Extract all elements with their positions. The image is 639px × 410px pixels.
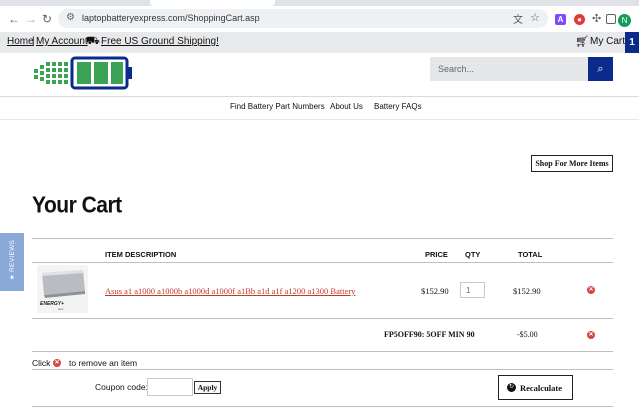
reload-icon[interactable]: ↻ [42, 13, 52, 25]
extension-a-icon[interactable]: A [555, 14, 566, 25]
hint-rule [32, 369, 613, 370]
menu-find-battery-part-numbers[interactable]: Find Battery Part Numbers [230, 102, 325, 111]
menu-about-us[interactable]: About Us [330, 102, 363, 111]
table-top-rule [32, 238, 613, 239]
cart-icon[interactable]: 🛒︎ [575, 35, 589, 48]
applied-coupon-name: FP5OFF90: 5OFF MIN 90 [384, 330, 475, 339]
site-info-icon[interactable]: ⚙ [66, 12, 75, 23]
coupon-row-rule [32, 351, 613, 352]
remove-hint-click: Click [32, 358, 51, 368]
menu-divider [0, 119, 639, 120]
header-qty: QTY [465, 250, 481, 259]
coupon-code-label: Coupon code: [95, 382, 148, 392]
refresh-icon: ↻ [507, 383, 516, 392]
free-shipping-link[interactable]: Free US Ground Shipping! [101, 36, 219, 47]
quantity-input[interactable] [460, 282, 485, 298]
search-icon: ⌕ [597, 63, 604, 75]
extensions-puzzle-icon[interactable]: ✣ [592, 12, 601, 25]
item-price: $152.90 [421, 286, 449, 296]
table-header-rule [32, 262, 613, 263]
item-total: $152.90 [513, 286, 541, 296]
extension-red-icon[interactable]: ● [574, 14, 585, 25]
site-logo[interactable] [32, 56, 134, 90]
translate-icon[interactable]: 文 [513, 11, 523, 26]
browser-toolbar: ← → ↻ ⚙ laptopbatteryexpress.com/Shoppin… [0, 6, 639, 32]
back-icon[interactable]: ← [8, 13, 20, 25]
shop-more-items-button[interactable]: Shop For More Items [531, 155, 613, 172]
reviews-side-tab[interactable]: ★ REVIEWS [0, 233, 24, 291]
cart-count-badge[interactable]: 1 [625, 32, 639, 53]
page-title: Your Cart [32, 193, 122, 218]
menu-battery-faqs[interactable]: Battery FAQs [374, 102, 422, 111]
coupon-code-input[interactable] [147, 378, 193, 396]
search-button[interactable]: ⌕ [588, 57, 613, 81]
home-link[interactable]: Home [7, 36, 34, 47]
apply-coupon-button[interactable]: Apply [194, 381, 221, 394]
header-total: TOTAL [518, 250, 543, 259]
thumb-sub: plus [58, 307, 64, 311]
product-thumbnail[interactable]: ENERGY+ plus [37, 265, 88, 313]
remove-item-icon[interactable]: ✕ [587, 286, 595, 294]
my-account-link[interactable]: My Account [36, 36, 88, 47]
remove-coupon-icon[interactable]: ✕ [587, 331, 595, 339]
bottom-rule [32, 406, 613, 407]
remove-hint-icon: ✕ [53, 359, 61, 367]
reviews-label: ★ REVIEWS [9, 239, 16, 281]
recalculate-button[interactable]: ↻ Recalculate [498, 375, 573, 400]
product-name-link[interactable]: Asus a1 a1000 a1000b a1000d a1000f a1Bb … [105, 286, 355, 296]
header-price: PRICE [425, 250, 448, 259]
utility-bar: Home | My Account ⛟ Free US Ground Shipp… [0, 32, 639, 53]
remove-hint-text: to remove an item [69, 358, 138, 368]
truck-icon: ⛟ [86, 35, 100, 47]
header-item-description: ITEM DESCRIPTION [105, 250, 177, 259]
item-row-rule [32, 318, 613, 319]
side-panel-icon[interactable] [606, 14, 616, 24]
url-text: laptopbatteryexpress.com/ShoppingCart.as… [82, 13, 260, 23]
forward-icon[interactable]: → [25, 13, 37, 25]
recalculate-label: Recalculate [520, 383, 563, 393]
profile-avatar[interactable]: N [618, 14, 631, 27]
bookmark-star-icon[interactable]: ☆ [530, 11, 540, 24]
separator: | [32, 36, 35, 47]
header-divider [0, 96, 639, 97]
address-bar[interactable]: ⚙ laptopbatteryexpress.com/ShoppingCart.… [58, 9, 548, 28]
search-input[interactable] [430, 57, 588, 81]
my-cart-link[interactable]: My Cart [590, 36, 625, 47]
applied-coupon-value: -$5.00 [517, 330, 538, 339]
